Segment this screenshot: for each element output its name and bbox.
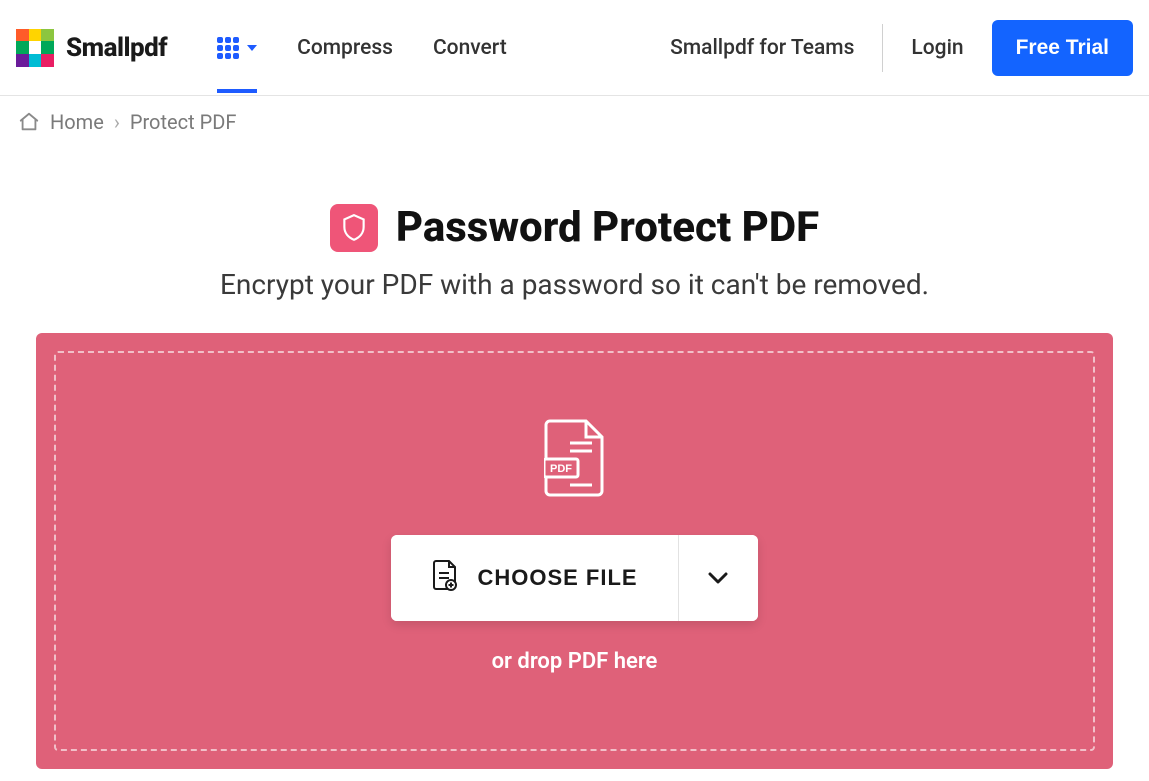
choose-file-dropdown[interactable] [678, 535, 758, 621]
brand-name: Smallpdf [66, 33, 167, 63]
document-add-icon [431, 559, 459, 597]
divider [882, 24, 883, 72]
shield-icon [330, 204, 378, 252]
pdf-file-icon: PDF [544, 419, 606, 501]
hero-title-row: Password Protect PDF [0, 203, 1149, 252]
home-icon[interactable] [18, 111, 40, 133]
page-title: Password Protect PDF [396, 203, 819, 252]
upload-area: PDF CHOOSE FILE [36, 333, 1113, 769]
breadcrumb-current: Protect PDF [130, 110, 237, 134]
nav-convert[interactable]: Convert [433, 2, 507, 94]
chevron-down-icon [247, 45, 257, 51]
grid-icon [217, 37, 239, 59]
header-right: Smallpdf for Teams Login Free Trial [670, 20, 1133, 76]
choose-file-label: CHOOSE FILE [477, 565, 637, 591]
brand-logo[interactable]: Smallpdf [16, 29, 167, 67]
app-header: Smallpdf Compress Convert Smallpdf for T… [0, 0, 1149, 96]
breadcrumb-home[interactable]: Home [50, 110, 104, 134]
tools-menu-button[interactable] [217, 3, 257, 93]
breadcrumb-sep: › [114, 110, 120, 134]
choose-file-button[interactable]: CHOOSE FILE [391, 535, 677, 621]
breadcrumb: Home › Protect PDF [0, 96, 1149, 148]
choose-file-row: CHOOSE FILE [391, 535, 757, 621]
chevron-down-icon [708, 572, 728, 584]
free-trial-button[interactable]: Free Trial [992, 20, 1133, 76]
page-subtitle: Encrypt your PDF with a password so it c… [0, 268, 1149, 301]
nav-compress[interactable]: Compress [297, 2, 393, 94]
login-link[interactable]: Login [911, 36, 963, 60]
dropzone[interactable]: PDF CHOOSE FILE [54, 351, 1095, 751]
brand-logo-icon [16, 29, 54, 67]
nav-teams[interactable]: Smallpdf for Teams [670, 36, 854, 60]
drop-hint-text: or drop PDF here [492, 649, 658, 674]
pdf-badge-text: PDF [550, 463, 572, 475]
main-nav: Compress Convert [217, 2, 507, 94]
page-hero: Password Protect PDF Encrypt your PDF wi… [0, 203, 1149, 301]
